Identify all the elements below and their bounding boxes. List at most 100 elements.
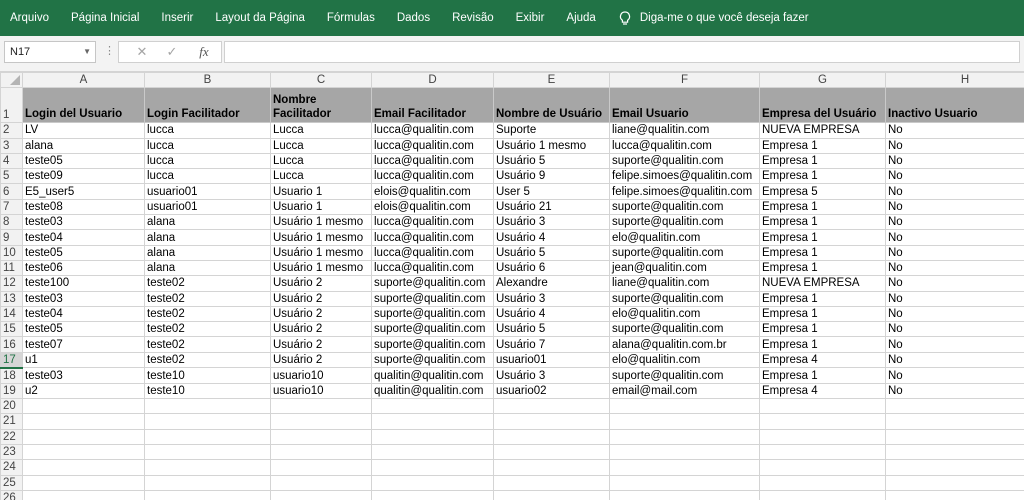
empty-cell[interactable] xyxy=(609,489,760,500)
ribbon-tab-7[interactable]: Exibir xyxy=(505,0,556,36)
cell[interactable]: No xyxy=(885,382,1024,400)
cell[interactable]: teste04 xyxy=(22,229,145,246)
cell[interactable]: teste100 xyxy=(22,275,145,292)
cell[interactable]: NUEVA EMPRESA xyxy=(759,275,886,292)
empty-cell[interactable] xyxy=(270,459,372,476)
cell[interactable]: teste06 xyxy=(22,259,145,277)
row-header[interactable]: 4 xyxy=(0,152,23,170)
cell[interactable]: Empresa 1 xyxy=(759,137,886,154)
cell[interactable]: suporte@qualitin.com xyxy=(371,275,494,292)
cell[interactable]: suporte@qualitin.com xyxy=(609,214,760,231)
row-header[interactable]: 12 xyxy=(0,275,23,292)
cell[interactable]: email@mail.com xyxy=(609,382,760,400)
empty-cell[interactable] xyxy=(609,413,760,430)
cell[interactable]: Empresa 1 xyxy=(759,259,886,277)
ribbon-tab-2[interactable]: Inserir xyxy=(150,0,204,36)
cell[interactable]: felipe.simoes@qualitin.com xyxy=(609,183,760,200)
cell[interactable]: Usuário 2 xyxy=(270,351,372,369)
empty-cell[interactable] xyxy=(885,428,1024,445)
cell[interactable]: No xyxy=(885,183,1024,200)
cell[interactable]: LV xyxy=(22,122,145,139)
column-header[interactable]: B xyxy=(144,72,271,89)
cell[interactable]: Usuário 1 mesmo xyxy=(270,259,372,277)
cell[interactable]: Usuário 4 xyxy=(493,305,610,323)
cell[interactable]: Usuário 5 xyxy=(493,321,610,338)
cell[interactable]: Empresa 4 xyxy=(759,351,886,369)
row-header[interactable]: 7 xyxy=(0,198,23,216)
cell[interactable]: teste10 xyxy=(144,367,271,384)
spreadsheet-grid[interactable]: ABCDEFGH 1 Login del Usuario Login Facilit… xyxy=(0,72,1024,500)
cell[interactable]: usuario01 xyxy=(144,198,271,216)
row-header[interactable]: 14 xyxy=(0,305,23,323)
cell[interactable]: No xyxy=(885,336,1024,353)
empty-cell[interactable] xyxy=(270,428,372,445)
empty-cell[interactable] xyxy=(144,428,271,445)
row-header[interactable]: 25 xyxy=(0,474,23,491)
empty-cell[interactable] xyxy=(885,474,1024,491)
cell[interactable]: lucca@qualitin.com xyxy=(371,122,494,139)
cell[interactable]: suporte@qualitin.com xyxy=(609,290,760,307)
cell[interactable]: suporte@qualitin.com xyxy=(371,290,494,307)
cell[interactable]: qualitin@qualitin.com xyxy=(371,367,494,384)
formula-input[interactable] xyxy=(224,41,1020,63)
cell[interactable]: Usuário 2 xyxy=(270,275,372,292)
ribbon-tab-5[interactable]: Dados xyxy=(386,0,441,36)
empty-cell[interactable] xyxy=(22,459,145,476)
empty-cell[interactable] xyxy=(759,443,886,461)
cell[interactable]: suporte@qualitin.com xyxy=(371,321,494,338)
empty-cell[interactable] xyxy=(371,398,494,415)
cell[interactable]: usuario10 xyxy=(270,367,372,384)
empty-cell[interactable] xyxy=(22,413,145,430)
empty-cell[interactable] xyxy=(22,443,145,461)
cell[interactable]: Usuário 1 mesmo xyxy=(270,229,372,246)
cell[interactable]: Usuário 3 xyxy=(493,367,610,384)
cell[interactable]: suporte@qualitin.com xyxy=(609,321,760,338)
cell[interactable]: elo@qualitin.com xyxy=(609,229,760,246)
empty-cell[interactable] xyxy=(493,413,610,430)
empty-cell[interactable] xyxy=(144,443,271,461)
ribbon-tab-1[interactable]: Página Inicial xyxy=(60,0,150,36)
row-header[interactable]: 5 xyxy=(0,168,23,185)
cell[interactable]: Usuário 4 xyxy=(493,229,610,246)
cell[interactable]: alana xyxy=(22,137,145,154)
ribbon-tab-6[interactable]: Revisão xyxy=(441,0,505,36)
empty-cell[interactable] xyxy=(493,489,610,500)
empty-cell[interactable] xyxy=(371,428,494,445)
empty-cell[interactable] xyxy=(885,443,1024,461)
cell[interactable]: No xyxy=(885,214,1024,231)
row-header[interactable]: 1 xyxy=(0,87,23,124)
empty-cell[interactable] xyxy=(270,489,372,500)
ribbon-tab-4[interactable]: Fórmulas xyxy=(316,0,386,36)
row-header[interactable]: 11 xyxy=(0,259,23,277)
cell[interactable]: No xyxy=(885,137,1024,154)
cell[interactable]: Usuário 5 xyxy=(493,244,610,261)
ribbon-tab-3[interactable]: Layout da Página xyxy=(204,0,316,36)
cell[interactable]: jean@qualitin.com xyxy=(609,259,760,277)
cell[interactable]: teste07 xyxy=(22,336,145,353)
cell[interactable]: liane@qualitin.com xyxy=(609,122,760,139)
empty-cell[interactable] xyxy=(759,428,886,445)
cell[interactable]: Lucca xyxy=(270,122,372,139)
empty-cell[interactable] xyxy=(371,474,494,491)
cell[interactable]: teste02 xyxy=(144,351,271,369)
cell[interactable]: Usuário 3 xyxy=(493,214,610,231)
cell[interactable]: liane@qualitin.com xyxy=(609,275,760,292)
row-header[interactable]: 21 xyxy=(0,413,23,430)
empty-cell[interactable] xyxy=(493,398,610,415)
row-header[interactable]: 9 xyxy=(0,229,23,246)
cell[interactable]: lucca xyxy=(144,137,271,154)
row-header[interactable]: 6 xyxy=(0,183,23,200)
cell[interactable]: suporte@qualitin.com xyxy=(371,351,494,369)
empty-cell[interactable] xyxy=(609,459,760,476)
cell[interactable]: elo@qualitin.com xyxy=(609,351,760,369)
worksheet[interactable]: ABCDEFGH 1 Login del Usuario Login Facilit… xyxy=(0,72,1024,500)
cell[interactable]: E5_user5 xyxy=(22,183,145,200)
cell[interactable]: elo@qualitin.com xyxy=(609,305,760,323)
column-header[interactable]: E xyxy=(493,72,610,89)
cell[interactable]: lucca@qualitin.com xyxy=(371,168,494,185)
cell[interactable]: No xyxy=(885,259,1024,277)
cell[interactable]: Usuario 1 xyxy=(270,198,372,216)
cell[interactable]: Empresa 1 xyxy=(759,244,886,261)
cell[interactable]: Usuário 2 xyxy=(270,336,372,353)
row-header[interactable]: 16 xyxy=(0,336,23,353)
